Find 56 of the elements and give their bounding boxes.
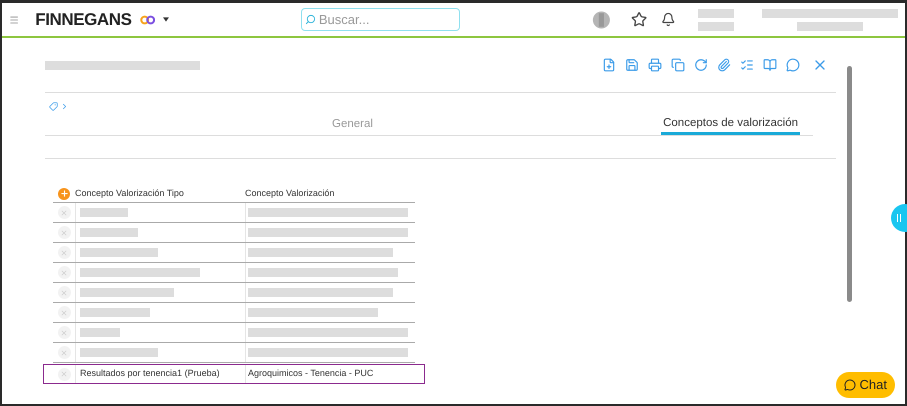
chevron-icon[interactable] [60,102,69,110]
delete-row-button[interactable] [58,326,70,339]
delete-icon [60,208,68,216]
menu-icon[interactable] [9,14,20,26]
delete-row-button[interactable] [58,286,70,299]
redacted-text [698,22,734,30]
redacted-text [80,228,138,237]
redacted-text [80,328,120,337]
comment-icon[interactable] [786,58,800,72]
delete-row-button[interactable] [58,306,70,319]
table-cell-text: Agroquimicos - Tenencia - PUC [248,367,374,380]
bell-icon[interactable] [661,11,676,28]
delete-icon [60,370,68,378]
delete-icon [60,288,68,296]
delete-row-button[interactable] [58,368,70,380]
redacted-text [80,208,128,217]
scrollbar-thumb[interactable] [846,66,852,302]
table-cell-text: Resultados por tenencia1 (Prueba) [80,367,220,380]
save-icon[interactable] [625,58,639,72]
selected-row[interactable]: Resultados por tenencia1 (Prueba) Agroquimicos - Tenencia - PUC [43,364,425,384]
logo-icon [140,14,155,26]
redacted-text [797,22,863,30]
book-icon[interactable] [763,58,777,72]
delete-icon [60,248,68,256]
redacted-text [698,8,734,18]
column-header: Concepto Valorización Tipo [75,186,185,200]
plus-icon [60,189,68,198]
paperclip-icon[interactable] [717,58,731,72]
column-header: Concepto Valorización [245,186,334,200]
delete-icon [60,268,68,276]
tag-icon[interactable] [49,102,58,110]
tab[interactable]: Conceptos de valorización [661,115,800,135]
add-row-button[interactable] [58,188,70,200]
checklist-icon[interactable] [740,58,754,72]
delete-row-button[interactable] [58,206,70,219]
delete-row-button[interactable] [58,346,70,359]
caret-icon[interactable] [162,17,169,22]
delete-icon [60,328,68,336]
star-icon[interactable] [631,10,648,29]
delete-row-button[interactable] [58,226,70,239]
redacted-text [80,308,150,317]
new-document-icon[interactable] [602,58,616,72]
brand-logo-text[interactable]: FINNEGANS [35,6,132,32]
chat-button[interactable]: Chat [836,372,895,398]
copy-icon[interactable] [671,58,685,72]
delete-icon [60,228,68,236]
chat-icon [844,379,856,391]
rotate-icon[interactable] [694,58,708,72]
delete-row-button[interactable] [58,246,70,259]
print-icon[interactable] [648,58,662,72]
delete-icon [60,308,68,316]
search-field[interactable]: Buscar... [300,8,460,31]
delete-row-button[interactable] [58,266,70,279]
voice-icon[interactable] [592,8,612,30]
delete-icon [60,348,68,356]
search-icon [304,14,316,25]
